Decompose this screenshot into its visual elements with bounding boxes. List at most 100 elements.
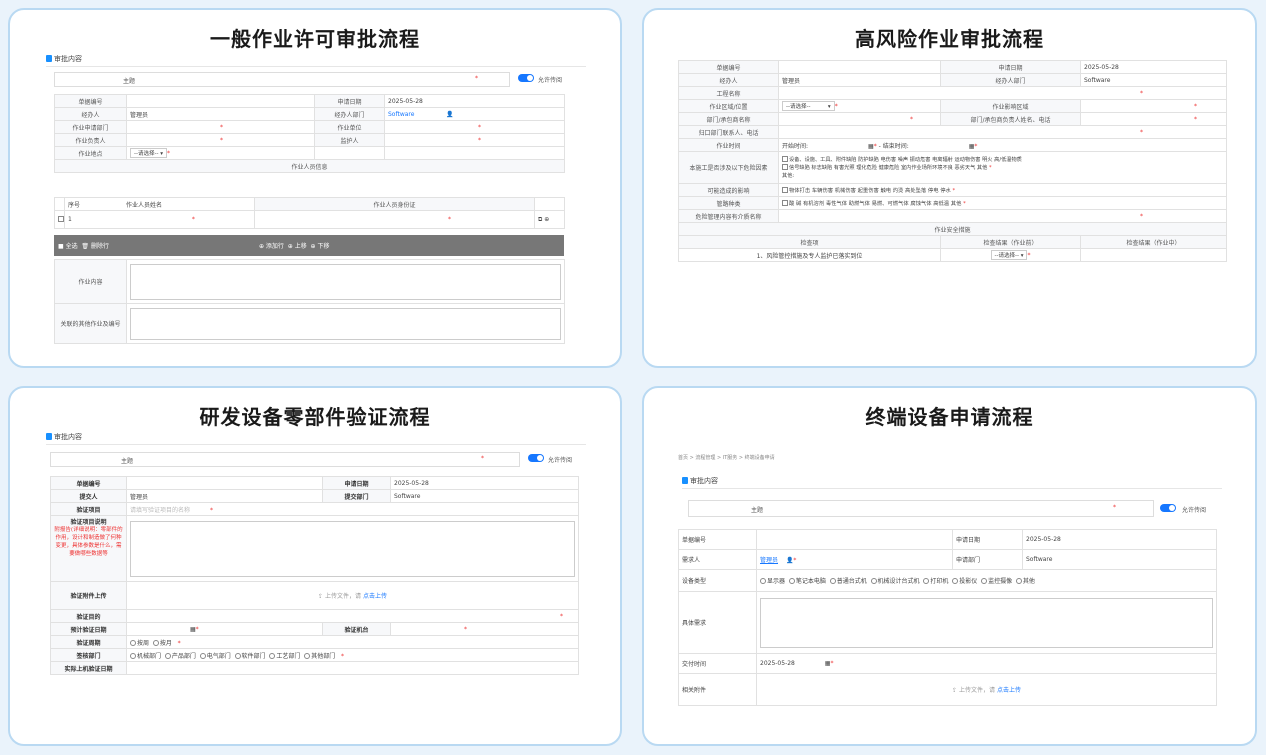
related-textarea[interactable]: [130, 307, 561, 340]
move-down-button[interactable]: ⊕ 下移: [311, 243, 330, 250]
attach-upload[interactable]: ⇪ 上传文件，请 点击上传: [756, 673, 1217, 706]
project-input[interactable]: *: [778, 86, 1227, 100]
sign-opt[interactable]: 其他部门: [311, 653, 335, 660]
manager-contact-input[interactable]: *: [778, 125, 1227, 139]
contractor-contact-input[interactable]: *: [1080, 112, 1227, 126]
machine-input[interactable]: *: [390, 622, 579, 636]
device-opt[interactable]: 投影仪: [959, 578, 977, 585]
cycle-radios[interactable]: 按周 按月 *: [126, 635, 579, 649]
radio[interactable]: [923, 578, 930, 584]
radio[interactable]: [199, 652, 206, 659]
leader-input[interactable]: *: [126, 133, 315, 147]
work-unit-input[interactable]: *: [384, 120, 565, 134]
subject-field[interactable]: 主题 *: [50, 452, 520, 467]
checkbox[interactable]: [782, 163, 788, 170]
device-opt[interactable]: 机械设计台式机: [878, 578, 920, 585]
content-cell[interactable]: [126, 259, 565, 304]
content-textarea[interactable]: [130, 263, 561, 300]
sign-opt[interactable]: 机械部门: [137, 653, 161, 660]
allow-forward-toggle[interactable]: [518, 74, 534, 82]
delivery-date-input[interactable]: 2025-05-28: [760, 660, 795, 667]
danger-mgmt-input[interactable]: *: [778, 209, 1227, 223]
radio[interactable]: [130, 639, 136, 646]
radio[interactable]: [788, 578, 795, 584]
device-opt[interactable]: 监控摄像: [988, 578, 1012, 585]
radio[interactable]: [870, 578, 877, 584]
device-type-radios[interactable]: 显示器 笔记本电脑 普通台式机 机械设计台式机 打印机 投影仪 监控摄像 其他: [756, 569, 1217, 592]
hazard-checkboxes[interactable]: 设备、设施、工具、附件缺陷 防护缺陷 电伤害 噪声 振动危害 电离辐射 运动物伤…: [778, 151, 1227, 184]
radio[interactable]: [952, 578, 959, 584]
upload-icon[interactable]: ⇪: [952, 687, 957, 694]
radio[interactable]: [152, 639, 159, 646]
related-cell[interactable]: [126, 303, 565, 344]
radio[interactable]: [269, 652, 276, 659]
verify-item-input[interactable]: 请填写验证项目的名称: [130, 507, 190, 514]
add-circle-icon[interactable]: ⊕: [544, 216, 549, 223]
location-cell[interactable]: --请选择-- ▾ *: [126, 146, 315, 160]
detail-cell[interactable]: [756, 591, 1217, 654]
upload-icon[interactable]: ⇪: [318, 593, 323, 600]
delete-row-button[interactable]: 🗑 删除行: [81, 243, 109, 250]
sign-opt[interactable]: 软件部门: [242, 653, 266, 660]
before-select[interactable]: --请选择-- ▾: [990, 250, 1028, 260]
copy-icon[interactable]: ⧉: [538, 216, 542, 223]
move-up-button[interactable]: ⊕ 上移: [288, 243, 307, 250]
attach-upload[interactable]: ⇪ 上传文件，请 点击上传: [126, 581, 579, 610]
during-cell[interactable]: [1080, 248, 1227, 262]
guardian-input[interactable]: *: [384, 133, 565, 147]
actual-date-input[interactable]: [126, 661, 579, 675]
device-opt[interactable]: 普通台式机: [837, 578, 867, 585]
device-opt[interactable]: 显示器: [767, 578, 785, 585]
checkbox[interactable]: [782, 155, 788, 162]
radio[interactable]: [164, 652, 171, 659]
radio[interactable]: [1015, 578, 1022, 584]
cycle-opt-weekly[interactable]: 按周: [137, 640, 149, 647]
verify-desc-textarea[interactable]: [130, 520, 575, 577]
sign-opt[interactable]: 产品部门: [172, 653, 196, 660]
area-cell[interactable]: --请选择-- ▾ *: [778, 99, 941, 113]
impact-area-input[interactable]: *: [1080, 99, 1227, 113]
cycle-opt-monthly[interactable]: 按月: [160, 640, 172, 647]
requester-link[interactable]: 管理员: [760, 557, 778, 564]
apply-dept-input[interactable]: *: [126, 120, 315, 134]
area-select[interactable]: --请选择-- ▾: [782, 101, 835, 111]
plan-date-cell[interactable]: ▦*: [126, 622, 323, 636]
verify-desc-cell[interactable]: [126, 515, 579, 582]
work-time-cell[interactable]: 开始时间: ▦* - 结束时间: ▦*: [778, 138, 1227, 152]
sign-opt[interactable]: 工艺部门: [276, 653, 300, 660]
before-cell[interactable]: --请选择-- ▾ *: [940, 248, 1081, 262]
radio[interactable]: [130, 652, 136, 659]
dept-link[interactable]: Software: [388, 111, 414, 118]
subject-field[interactable]: 主题 *: [54, 72, 510, 87]
checkbox[interactable]: [782, 187, 788, 193]
pipe-checkboxes[interactable]: 酸 碱 有机溶剂 毒性气体 助燃气体 易燃、可燃气体 腐蚀气体 高低温 其他 *: [778, 196, 1227, 210]
row-checkbox[interactable]: [54, 210, 65, 229]
worker-id-cell[interactable]: *: [254, 210, 535, 229]
sign-opt[interactable]: 电气部门: [207, 653, 231, 660]
radio[interactable]: [304, 652, 311, 659]
delivery-cell[interactable]: 2025-05-28 ▦*: [756, 653, 1217, 674]
sign-dept-radios[interactable]: 机械部门 产品部门 电气部门 软件部门 工艺部门 其他部门 *: [126, 648, 579, 662]
device-opt[interactable]: 其他: [1023, 578, 1035, 585]
user-icon[interactable]: 👤: [446, 111, 453, 118]
radio[interactable]: [829, 578, 836, 584]
device-opt[interactable]: 打印机: [930, 578, 948, 585]
device-opt[interactable]: 笔记本电脑: [796, 578, 826, 585]
effects-checkboxes[interactable]: 物体打击 车辆伤害 机械伤害 起重伤害 触电 灼烫 高处坠落 停电 停水 *: [778, 183, 1227, 197]
allow-forward-toggle[interactable]: [1160, 504, 1176, 512]
handler-dept-value[interactable]: Software 👤: [384, 107, 565, 121]
location-select[interactable]: --请选择-- ▾: [130, 148, 167, 158]
row-actions[interactable]: ⧉ ⊕: [534, 210, 565, 229]
purpose-input[interactable]: *: [126, 609, 579, 623]
detail-textarea[interactable]: [760, 597, 1213, 648]
radio[interactable]: [981, 578, 988, 584]
checkbox[interactable]: [782, 200, 788, 206]
requester-cell[interactable]: 管理员 👤*: [756, 549, 953, 570]
radio[interactable]: [234, 652, 241, 659]
upload-link[interactable]: 点击上传: [997, 687, 1021, 694]
allow-forward-toggle[interactable]: [528, 454, 544, 462]
select-all-button[interactable]: ■ 全选: [58, 243, 78, 250]
subject-field[interactable]: 主题 *: [688, 500, 1154, 517]
radio[interactable]: [760, 578, 766, 584]
checkbox[interactable]: [58, 216, 64, 222]
